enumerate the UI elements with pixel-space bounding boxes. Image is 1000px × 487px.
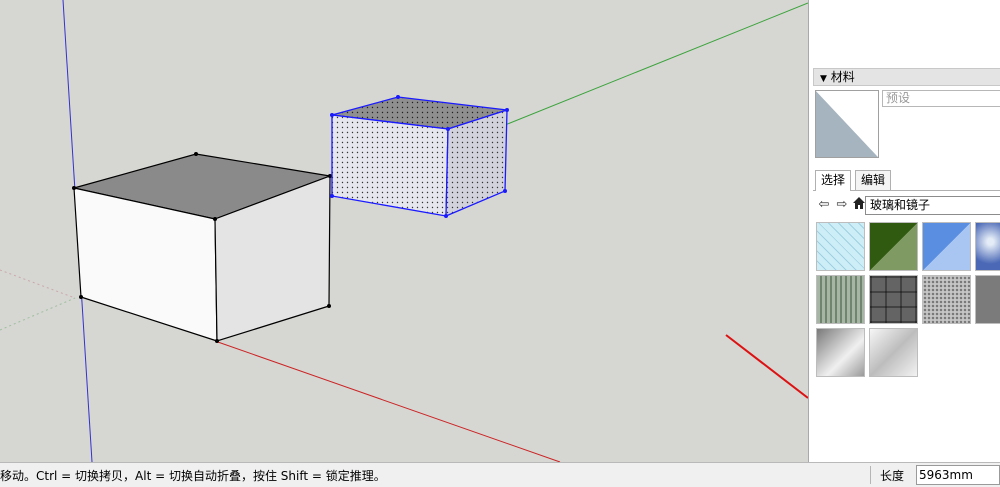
- collapse-triangle-icon[interactable]: ▼: [820, 74, 827, 84]
- tab-edit[interactable]: 编辑: [855, 170, 892, 190]
- materials-tabs: 选择 编辑: [813, 170, 1000, 191]
- materials-panel-header[interactable]: ▼ 材料: [813, 68, 1000, 86]
- tab-select[interactable]: 选择: [815, 170, 852, 191]
- green-glass-swatch[interactable]: [869, 222, 918, 271]
- green-fluted-glass-swatch[interactable]: [816, 275, 865, 324]
- material-preview: [815, 90, 879, 158]
- collection-nav: ⇦ ⇨ 玻璃和镜子: [813, 194, 1000, 216]
- length-value-box[interactable]: 5963mm: [916, 465, 1000, 485]
- materials-title: 材料: [830, 70, 855, 84]
- frosted-glass-swatch[interactable]: [922, 275, 971, 324]
- grey-partial-swatch[interactable]: [975, 275, 1000, 324]
- status-hint-text: 移动。Ctrl = 切换拷贝，Alt = 切换自动折叠，按住 Shift = 锁…: [0, 469, 386, 483]
- status-bar: 移动。Ctrl = 切换拷贝，Alt = 切换自动折叠，按住 Shift = 锁…: [0, 462, 1000, 487]
- collection-dropdown[interactable]: 玻璃和镜子: [865, 196, 1000, 215]
- material-name-field[interactable]: 预设: [882, 90, 1000, 107]
- silver-mirror-swatch[interactable]: [869, 328, 918, 377]
- back-arrow-icon[interactable]: ⇦: [815, 196, 833, 214]
- glass-grid-swatch[interactable]: [816, 222, 865, 271]
- white-box[interactable]: [72, 152, 333, 343]
- selected-glass-box[interactable]: [330, 95, 509, 218]
- green-axis-dotted: [0, 297, 76, 331]
- modeling-viewport[interactable]: [0, 0, 809, 463]
- scene-canvas[interactable]: [0, 0, 809, 463]
- stone-tile-swatch[interactable]: [869, 275, 918, 324]
- red-arrow-annotation: [725, 334, 809, 399]
- materials-panel: ▼ 材料 预设 选择 编辑 ⇦ ⇨ 玻璃和镜子: [808, 0, 1000, 462]
- red-axis-dotted: [0, 269, 76, 299]
- sky-reflection-swatch[interactable]: [975, 222, 1000, 271]
- red-axis: [214, 340, 561, 463]
- mirror-swatch[interactable]: [816, 328, 865, 377]
- status-separator: [870, 466, 871, 484]
- blue-glass-swatch[interactable]: [922, 222, 971, 271]
- forward-arrow-icon[interactable]: ⇨: [833, 196, 851, 214]
- length-label: 长度: [880, 469, 905, 483]
- green-axis: [504, 2, 809, 126]
